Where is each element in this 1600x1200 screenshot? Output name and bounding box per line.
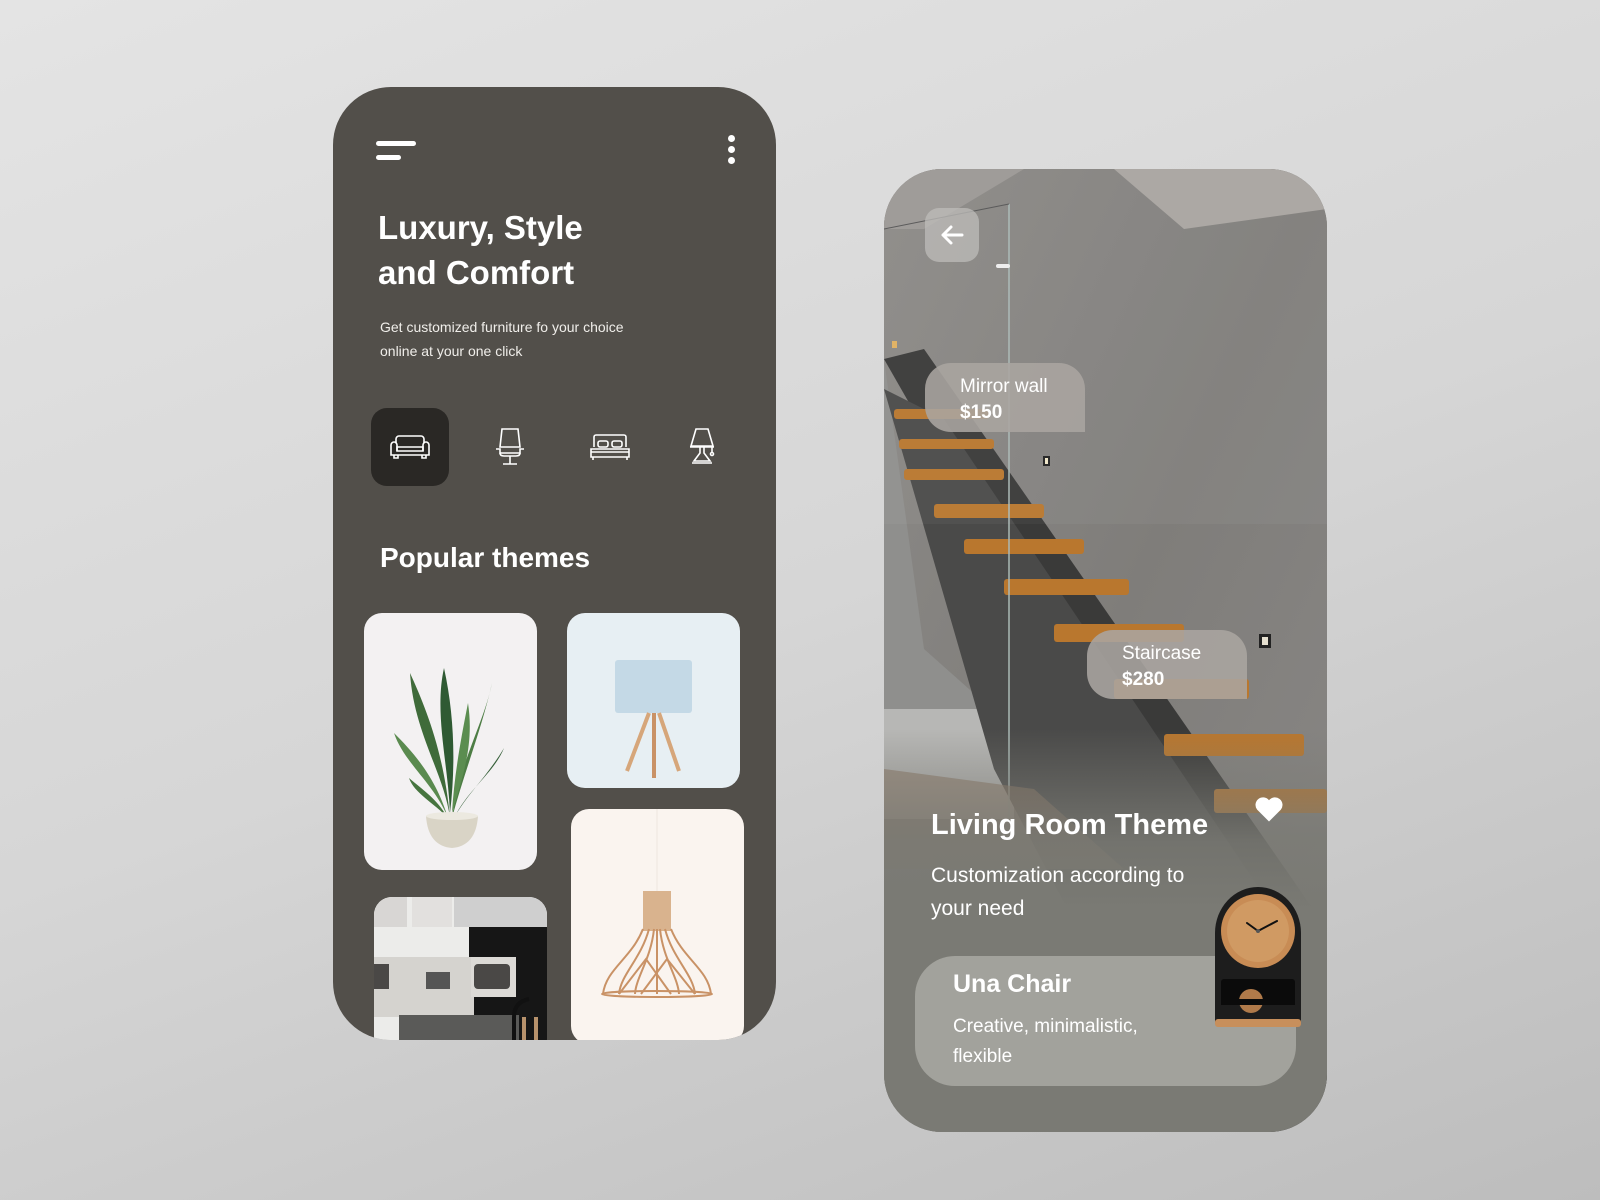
tag-price: $280 [1122, 669, 1165, 690]
theme-tile-living-room[interactable] [374, 897, 547, 1040]
tag-name: Mirror wall [960, 376, 1048, 397]
theme-subtitle-line1: Customization according to [931, 864, 1185, 887]
table-lamp-image [615, 660, 692, 778]
product-desc-line2: flexible [953, 1046, 1013, 1067]
hotspot-tag-mirror-wall[interactable]: Mirror wall $150 [925, 363, 1085, 432]
sofa-icon [390, 435, 430, 459]
category-lamp-button[interactable] [663, 408, 741, 486]
arrow-left-icon [941, 225, 964, 245]
category-row [371, 408, 741, 486]
theme-title: Living Room Theme [931, 809, 1209, 841]
theme-tile-plant[interactable] [364, 613, 537, 870]
heart-icon[interactable] [1254, 795, 1284, 823]
category-chair-button[interactable] [471, 408, 549, 486]
popular-themes-title: Popular themes [380, 542, 591, 573]
product-desc-line1: Creative, minimalistic, [953, 1016, 1138, 1037]
theme-tile-table-lamp[interactable] [567, 613, 740, 788]
category-bed-button[interactable] [571, 408, 649, 486]
hamburger-menu-icon[interactable] [376, 141, 418, 161]
more-options-icon[interactable] [727, 135, 737, 165]
category-sofa-button[interactable] [371, 408, 449, 486]
chair-icon [496, 428, 524, 465]
hotspot-tag-staircase[interactable]: Staircase $280 [1087, 630, 1247, 699]
plant-image [394, 668, 504, 848]
home-screen: Luxury, Style and Comfort Get customized… [333, 87, 776, 1040]
hero-title: Luxury, Style and Comfort [378, 205, 698, 295]
living-room-image [374, 897, 547, 1040]
product-clock-image [1211, 883, 1305, 1031]
lamp-icon [689, 428, 715, 464]
theme-detail-screen: Mirror wall $150 Staircase $280 Living R… [884, 169, 1327, 1132]
hero-subtitle-line2: online at your one click [380, 343, 523, 359]
bed-icon [590, 434, 630, 460]
product-name: Una Chair [953, 970, 1072, 998]
product-description: Creative, minimalistic, flexible [953, 1012, 1183, 1072]
theme-subtitle: Customization according to your need [931, 859, 1231, 925]
hero-title-line2: and Comfort [378, 254, 575, 291]
hero-subtitle-line1: Get customized furniture fo your choice [380, 319, 624, 335]
hero-title-line1: Luxury, Style [378, 209, 583, 246]
tag-price: $150 [960, 402, 1003, 423]
hero-subtitle: Get customized furniture fo your choice … [380, 315, 680, 363]
tag-name: Staircase [1122, 643, 1202, 664]
theme-tile-pendant-lamp[interactable] [571, 809, 744, 1040]
theme-subtitle-line2: your need [931, 897, 1025, 920]
pendant-lamp-image [601, 809, 713, 998]
back-button[interactable] [925, 208, 979, 262]
